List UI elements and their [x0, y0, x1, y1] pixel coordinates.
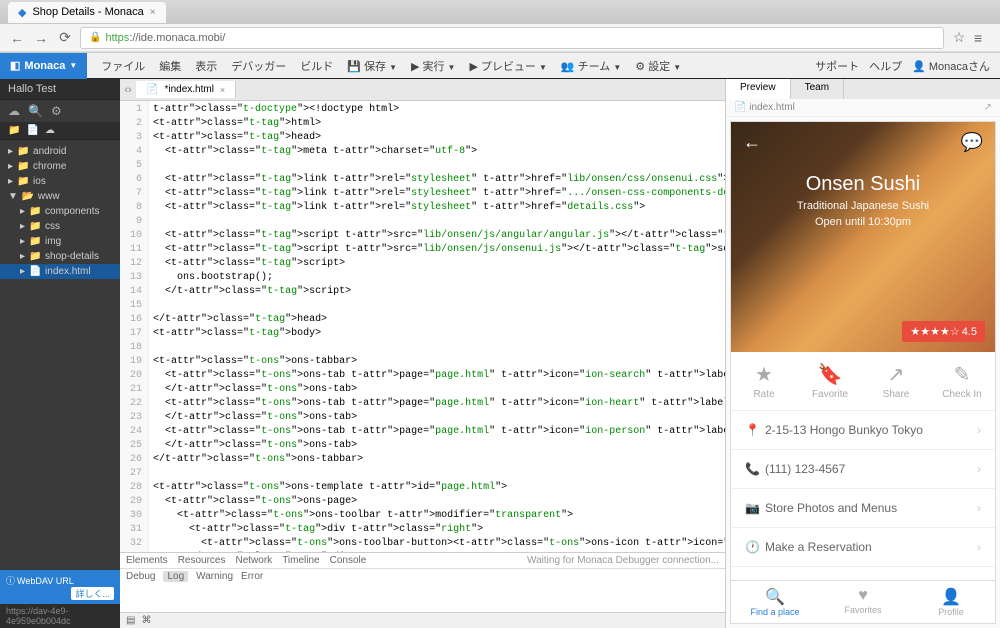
detail-item[interactable]: 🕐Make a Reservation› — [731, 528, 995, 567]
console-Debug[interactable]: Debug — [126, 571, 155, 582]
status-bar: ▤ ⌘ — [120, 612, 725, 628]
cloud-icon[interactable]: ☁ — [8, 104, 20, 118]
tree-item-index.html[interactable]: ▸ 📄index.html — [0, 264, 120, 279]
sidebar: Hallo Test ☁ 🔍 ⚙ 📁 📄 ☁ ▸ 📁android▸ 📁chro… — [0, 79, 120, 628]
browser-tab[interactable]: ◆ Shop Details - Monaca × — [8, 2, 166, 23]
lock-icon: 🔒 — [89, 32, 101, 43]
tab-Profile[interactable]: 👤Profile — [907, 581, 995, 623]
action-Share[interactable]: ↗Share — [863, 352, 929, 410]
device-preview: ← 💬 Onsen Sushi Traditional Japanese Sus… — [730, 121, 996, 624]
tree-item-components[interactable]: ▸ 📁components — [0, 204, 120, 219]
devtools: Elements Resources Network Timeline Console W… — [120, 552, 725, 612]
toolbar-実行[interactable]: ▶実行 ▼ — [405, 54, 461, 78]
preview-tab-Preview[interactable]: Preview — [726, 79, 791, 99]
tab-Favorites[interactable]: ♥Favorites — [819, 581, 907, 623]
action-Favorite[interactable]: 🔖Favorite — [797, 352, 863, 410]
link-サポート[interactable]: サポート — [815, 58, 859, 74]
devtools-tab-Timeline[interactable]: Timeline — [282, 555, 319, 566]
user-menu[interactable]: 👤 Monacaさん — [912, 58, 990, 74]
editor-pane: ‹› 📄 *index.html × 123456789101112131415… — [120, 79, 725, 628]
tab-Find a place[interactable]: 🔍Find a place — [731, 581, 819, 623]
upload-icon[interactable]: ☁ — [45, 125, 55, 136]
status-url: https://dav-4e9-4e959e0b004dc — [0, 604, 120, 628]
browser-tab-title: Shop Details - Monaca — [32, 6, 143, 18]
tree-item-android[interactable]: ▸ 📁android — [0, 144, 120, 159]
hero-card: ← 💬 Onsen Sushi Traditional Japanese Sus… — [731, 122, 995, 352]
shop-desc-1: Traditional Japanese Sushi — [731, 200, 995, 212]
menu-編集[interactable]: 編集 — [153, 54, 187, 78]
close-icon[interactable]: × — [220, 85, 225, 95]
file-tab-label: *index.html — [164, 84, 213, 95]
file-tabs: ‹› 📄 *index.html × — [120, 79, 725, 101]
menu-icon[interactable]: ≡ — [974, 30, 992, 46]
action-Check In[interactable]: ✎Check In — [929, 352, 995, 410]
star-icon: ★★★★☆ — [910, 325, 959, 338]
menu-ビルド[interactable]: ビルド — [294, 54, 339, 78]
file-icon[interactable]: 📄 — [26, 125, 38, 136]
tree-item-img[interactable]: ▸ 📁img — [0, 234, 120, 249]
action-Rate[interactable]: ★Rate — [731, 352, 797, 410]
close-icon[interactable]: × — [150, 7, 156, 18]
toolbar-プレビュー[interactable]: ▶プレビュー ▼ — [463, 54, 552, 78]
link-ヘルプ[interactable]: ヘルプ — [869, 58, 902, 74]
tree-item-shop-details[interactable]: ▸ 📁shop-details — [0, 249, 120, 264]
project-title: Hallo Test — [0, 79, 120, 100]
bookmark-icon[interactable]: ☆ — [950, 29, 968, 47]
tree-item-chrome[interactable]: ▸ 📁chrome — [0, 159, 120, 174]
preview-file: 📄 index.html ↗ — [726, 99, 1000, 117]
toolbar-設定[interactable]: ⚙設定 ▼ — [629, 54, 687, 78]
webdav-bar[interactable]: ⓘWebDAV URL 詳しく... — [0, 570, 120, 604]
shop-desc-2: Open until 10:30pm — [731, 216, 995, 228]
toolbar-チーム[interactable]: 👥チーム ▼ — [555, 54, 627, 78]
tree-item-www[interactable]: ▼ 📂www — [0, 189, 120, 204]
search-icon[interactable]: 🔍 — [28, 104, 43, 118]
preview-pane: PreviewTeam 📄 index.html ↗ ← 💬 Onsen Sus… — [725, 79, 1000, 628]
console-Error[interactable]: Error — [241, 571, 263, 582]
devtools-tab-Network[interactable]: Network — [236, 555, 273, 566]
devtools-tab-Resources[interactable]: Resources — [178, 555, 226, 566]
open-external-icon[interactable]: ↗ — [984, 102, 992, 113]
devtools-tab-Elements[interactable]: Elements — [126, 555, 168, 566]
terminal-icon[interactable]: ⌘ — [141, 615, 151, 626]
tab-prev-icon[interactable]: ‹› — [120, 84, 136, 96]
tree-item-css[interactable]: ▸ 📁css — [0, 219, 120, 234]
detail-item[interactable]: 📷Store Photos and Menus› — [731, 489, 995, 528]
devtools-tab-Console[interactable]: Console — [330, 555, 367, 566]
split-icon[interactable]: ▤ — [126, 615, 135, 626]
preview-tab-Team[interactable]: Team — [791, 79, 844, 99]
reload-icon[interactable]: ⟳ — [56, 29, 74, 47]
browser-tab-bar: ◆ Shop Details - Monaca × — [0, 0, 1000, 24]
toolbar-保存[interactable]: 💾保存 ▼ — [341, 54, 403, 78]
ide-toolbar: ◧Monaca▼ ファイル編集表示デバッガービルド💾保存 ▼▶実行 ▼▶プレビュ… — [0, 53, 1000, 79]
tree-item-ios[interactable]: ▸ 📁ios — [0, 174, 120, 189]
file-tab[interactable]: 📄 *index.html × — [136, 81, 236, 98]
browser-chrome: ◆ Shop Details - Monaca × ← → ⟳ 🔒 https:… — [0, 0, 1000, 53]
code-editor[interactable]: 1234567891011121314151617181920212223242… — [120, 101, 725, 552]
rating-badge: ★★★★☆ 4.5 — [902, 321, 985, 342]
back-icon[interactable]: ← — [8, 29, 26, 47]
file-tree: ▸ 📁android▸ 📁chrome▸ 📁ios▼ 📂www▸ 📁compon… — [0, 140, 120, 570]
url-bar: ← → ⟳ 🔒 https://ide.monaca.mobi/ ☆ ≡ — [0, 24, 1000, 52]
chat-icon[interactable]: 💬 — [961, 132, 983, 153]
folder-icon[interactable]: 📁 — [8, 125, 20, 136]
console-Warning[interactable]: Warning — [196, 571, 233, 582]
forward-icon[interactable]: → — [32, 29, 50, 47]
gear-icon[interactable]: ⚙ — [51, 104, 62, 118]
monaca-logo[interactable]: ◧Monaca▼ — [0, 53, 87, 79]
console-Log[interactable]: Log — [163, 571, 188, 582]
menu-ファイル[interactable]: ファイル — [95, 54, 151, 78]
detail-item[interactable]: 📞(111) 123-4567› — [731, 450, 995, 489]
debugger-status: Waiting for Monaca Debugger connection..… — [527, 555, 719, 566]
menu-表示[interactable]: 表示 — [189, 54, 223, 78]
url-input[interactable]: 🔒 https://ide.monaca.mobi/ — [80, 27, 944, 49]
back-arrow-icon[interactable]: ← — [743, 132, 761, 153]
shop-title: Onsen Sushi — [731, 173, 995, 196]
menu-デバッガー[interactable]: デバッガー — [225, 54, 292, 78]
detail-item[interactable]: 📍2-15-13 Hongo Bunkyo Tokyo› — [731, 411, 995, 450]
